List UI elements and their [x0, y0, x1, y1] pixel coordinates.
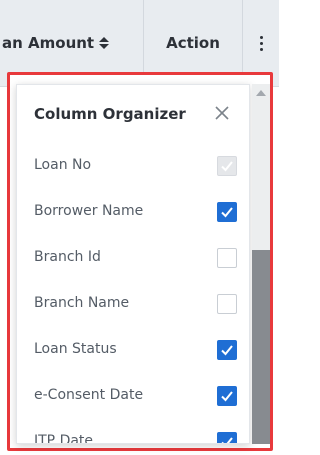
column-option-loan-no[interactable]: Loan No: [17, 143, 249, 190]
checkbox[interactable]: [217, 340, 237, 360]
column-option-label: Loan No: [34, 157, 92, 173]
column-option-label: e-Consent Date: [34, 387, 144, 403]
column-header-action-label: Action: [166, 34, 220, 52]
column-option-label: Loan Status: [34, 341, 117, 357]
sort-icon[interactable]: [99, 36, 110, 50]
column-option-label: Branch Name: [34, 295, 130, 311]
checkbox[interactable]: [217, 294, 237, 314]
checkbox[interactable]: [217, 386, 237, 406]
column-option-branch-name[interactable]: Branch Name: [17, 281, 249, 328]
column-option-itp-date[interactable]: ITP Date: [17, 419, 249, 444]
check-icon: [221, 161, 233, 172]
column-option-label: Branch Id: [34, 249, 101, 265]
check-icon: [221, 437, 233, 443]
close-icon[interactable]: [213, 104, 231, 122]
check-icon: [221, 345, 233, 356]
check-icon: [221, 207, 233, 218]
column-option-label: Borrower Name: [34, 203, 144, 219]
column-option-e-consent-date[interactable]: e-Consent Date: [17, 373, 249, 420]
scrollbar-thumb[interactable]: [252, 250, 270, 444]
column-header-loan-amount-label: an Amount: [2, 34, 95, 52]
scrollbar[interactable]: [252, 84, 270, 444]
column-organizer-header: Column Organizer: [17, 85, 249, 144]
checkbox[interactable]: [217, 202, 237, 222]
column-option-branch-id[interactable]: Branch Id: [17, 235, 249, 282]
checkbox: [217, 156, 237, 176]
column-organizer-title: Column Organizer: [34, 105, 186, 123]
scroll-up-arrow-icon[interactable]: [256, 90, 266, 96]
column-organizer-panel: Column Organizer Loan No Borrower Name B…: [16, 84, 250, 444]
column-option-loan-status[interactable]: Loan Status: [17, 327, 249, 374]
column-option-label: ITP Date: [34, 433, 94, 444]
checkbox[interactable]: [217, 248, 237, 268]
check-icon: [221, 391, 233, 402]
column-option-borrower-name[interactable]: Borrower Name: [17, 189, 249, 236]
checkbox[interactable]: [217, 432, 237, 443]
kebab-menu-icon[interactable]: [259, 35, 263, 51]
